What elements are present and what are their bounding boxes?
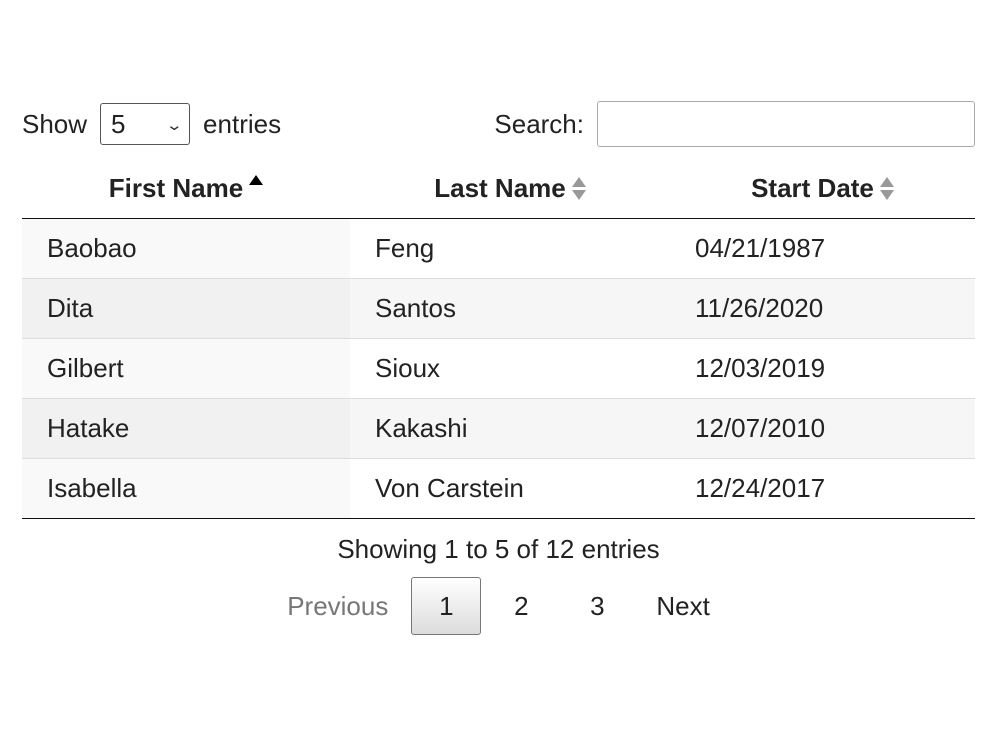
cell-last-name: Santos: [350, 278, 670, 339]
search-input[interactable]: [597, 101, 975, 147]
pagination: Previous 1 2 3 Next: [22, 577, 975, 635]
page-button-3[interactable]: 3: [561, 577, 633, 635]
column-header-last-name[interactable]: Last Name: [350, 158, 670, 219]
sort-both-icon: [571, 175, 586, 201]
table-row[interactable]: Baobao Feng 04/21/1987: [22, 218, 975, 279]
cell-start-date: 11/26/2020: [670, 278, 975, 339]
cell-start-date: 12/07/2010: [670, 398, 975, 459]
cell-start-date: 12/03/2019: [670, 338, 975, 399]
cell-last-name: Feng: [350, 218, 670, 279]
column-header-label: Start Date: [751, 172, 874, 203]
show-label: Show: [22, 108, 88, 139]
cell-first-name: Baobao: [22, 218, 350, 279]
table-row[interactable]: Isabella Von Carstein 12/24/2017: [22, 458, 975, 519]
sort-both-icon: [879, 175, 894, 201]
column-header-start-date[interactable]: Start Date: [670, 158, 975, 219]
column-header-label: First Name: [108, 172, 244, 203]
next-page-button[interactable]: Next: [637, 577, 728, 635]
cell-last-name: Kakashi: [350, 398, 670, 459]
cell-start-date: 12/24/2017: [670, 458, 975, 519]
page-button-2[interactable]: 2: [485, 577, 557, 635]
chevron-down-icon: ⌄: [165, 117, 184, 134]
cell-first-name: Hatake: [22, 398, 350, 459]
cell-last-name: Von Carstein: [350, 458, 670, 519]
data-table: First Name Last Name Start Date Baobao F…: [22, 158, 975, 519]
entries-label: entries: [203, 108, 282, 139]
table-controls: Show 5 ⌄ entries Search:: [22, 101, 975, 147]
previous-page-button[interactable]: Previous: [268, 577, 407, 635]
table-info: Showing 1 to 5 of 12 entries: [337, 534, 660, 564]
table-header-row: First Name Last Name Start Date: [22, 158, 975, 219]
sort-ascending-icon: [249, 175, 264, 201]
datatable-wrapper: Show 5 ⌄ entries Search: First Name Last…: [22, 101, 975, 635]
entries-length-control: Show 5 ⌄ entries: [22, 101, 281, 147]
column-header-first-name[interactable]: First Name: [22, 158, 350, 219]
cell-first-name: Dita: [22, 278, 350, 339]
table-row[interactable]: Dita Santos 11/26/2020: [22, 278, 975, 339]
column-header-label: Last Name: [434, 172, 566, 203]
search-control: Search:: [494, 101, 975, 147]
table-row[interactable]: Gilbert Sioux 12/03/2019: [22, 338, 975, 399]
cell-last-name: Sioux: [350, 338, 670, 399]
search-label: Search:: [494, 108, 584, 139]
cell-start-date: 04/21/1987: [670, 218, 975, 279]
entries-per-page-value: 5: [111, 108, 126, 139]
entries-per-page-select[interactable]: 5 ⌄: [100, 103, 191, 145]
page-button-1[interactable]: 1: [411, 577, 482, 635]
cell-first-name: Isabella: [22, 458, 350, 519]
cell-first-name: Gilbert: [22, 338, 350, 399]
table-row[interactable]: Hatake Kakashi 12/07/2010: [22, 398, 975, 459]
